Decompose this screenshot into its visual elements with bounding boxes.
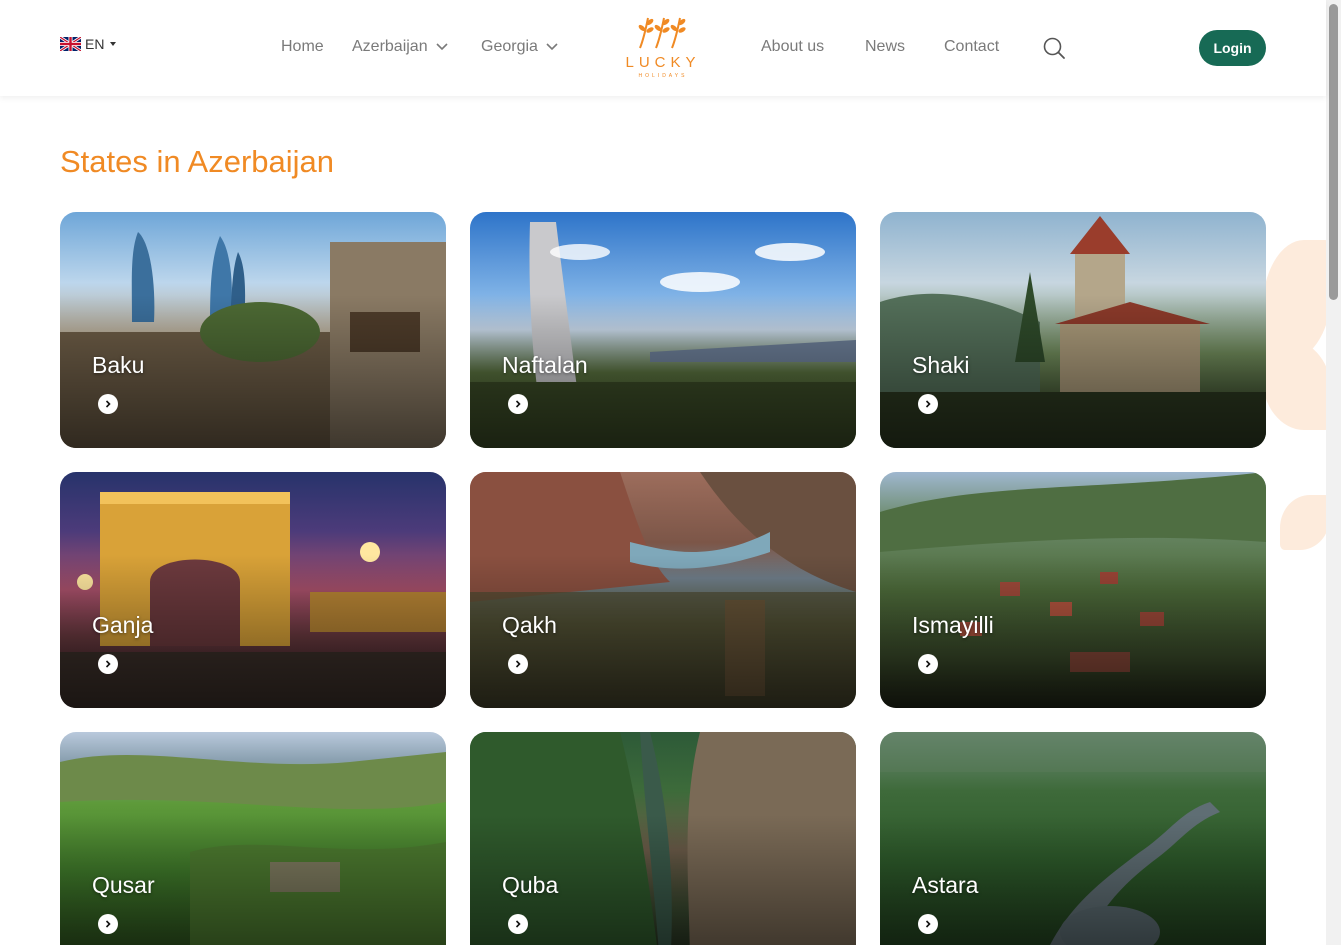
state-card-ismayilli[interactable]: Ismayilli xyxy=(880,472,1266,708)
nav-news[interactable]: News xyxy=(865,38,905,56)
nav-home-label: Home xyxy=(281,38,324,55)
state-name: Ismayilli xyxy=(912,612,994,638)
arrow-right-icon[interactable] xyxy=(98,394,118,414)
arrow-right-icon[interactable] xyxy=(508,654,528,674)
nav-contact-label: Contact xyxy=(944,38,1000,55)
nav-azerbaijan[interactable]: Azerbaijan xyxy=(352,38,448,56)
chevron-down-icon xyxy=(436,43,448,51)
state-name: Qakh xyxy=(502,612,557,638)
arrow-right-icon[interactable] xyxy=(508,394,528,414)
lucky-holidays-logo[interactable]: LUCKY HOLIDAYS xyxy=(620,14,706,84)
nav-georgia-label: Georgia xyxy=(481,38,538,55)
language-code: EN xyxy=(85,36,105,52)
language-selector[interactable]: EN xyxy=(60,36,117,52)
uk-flag-icon xyxy=(60,37,81,51)
decorative-leaf xyxy=(1280,495,1330,550)
state-card-astara[interactable]: Astara xyxy=(880,732,1266,945)
arrow-right-icon[interactable] xyxy=(918,394,938,414)
nav-news-label: News xyxy=(865,38,906,55)
logo-subtitle: HOLIDAYS xyxy=(638,73,688,79)
state-name: Ganja xyxy=(92,612,154,638)
state-card-ganja[interactable]: Ganja xyxy=(60,472,446,708)
logo-word: LUCKY xyxy=(625,54,701,71)
arrow-right-icon[interactable] xyxy=(918,654,938,674)
nav-about-us[interactable]: About us xyxy=(761,38,824,56)
state-card-baku[interactable]: Baku xyxy=(60,212,446,448)
nav-about-us-label: About us xyxy=(761,38,825,55)
leaf-logo-icon xyxy=(638,17,686,49)
state-name: Qusar xyxy=(92,872,155,898)
state-card-qakh[interactable]: Qakh xyxy=(470,472,856,708)
nav-georgia[interactable]: Georgia xyxy=(481,38,558,56)
page-scrollbar[interactable] xyxy=(1326,0,1341,945)
state-name: Astara xyxy=(912,872,979,898)
state-card-shaki[interactable]: Shaki xyxy=(880,212,1266,448)
chevron-down-icon xyxy=(546,43,558,51)
state-card-naftalan[interactable]: Naftalan xyxy=(470,212,856,448)
state-card-quba[interactable]: Quba xyxy=(470,732,856,945)
arrow-right-icon[interactable] xyxy=(918,914,938,934)
state-card-qusar[interactable]: Qusar xyxy=(60,732,446,945)
nav-contact[interactable]: Contact xyxy=(944,38,999,56)
decorative-leaf xyxy=(1262,340,1332,430)
caret-down-icon xyxy=(110,42,117,46)
nav-home[interactable]: Home xyxy=(281,38,324,56)
nav-azerbaijan-label: Azerbaijan xyxy=(352,38,428,55)
site-header: EN Home Azerbaijan Georgia LUCKY HOLIDAY… xyxy=(0,0,1326,96)
state-name: Naftalan xyxy=(502,352,588,378)
arrow-right-icon[interactable] xyxy=(98,654,118,674)
login-button[interactable]: Login xyxy=(1199,30,1266,66)
state-name: Quba xyxy=(502,872,559,898)
state-name: Shaki xyxy=(912,352,970,378)
scrollbar-thumb[interactable] xyxy=(1329,4,1338,300)
page-title: States in Azerbaijan xyxy=(60,144,335,179)
state-name: Baku xyxy=(92,352,145,378)
search-icon[interactable] xyxy=(1042,36,1066,60)
arrow-right-icon[interactable] xyxy=(98,914,118,934)
arrow-right-icon[interactable] xyxy=(508,914,528,934)
